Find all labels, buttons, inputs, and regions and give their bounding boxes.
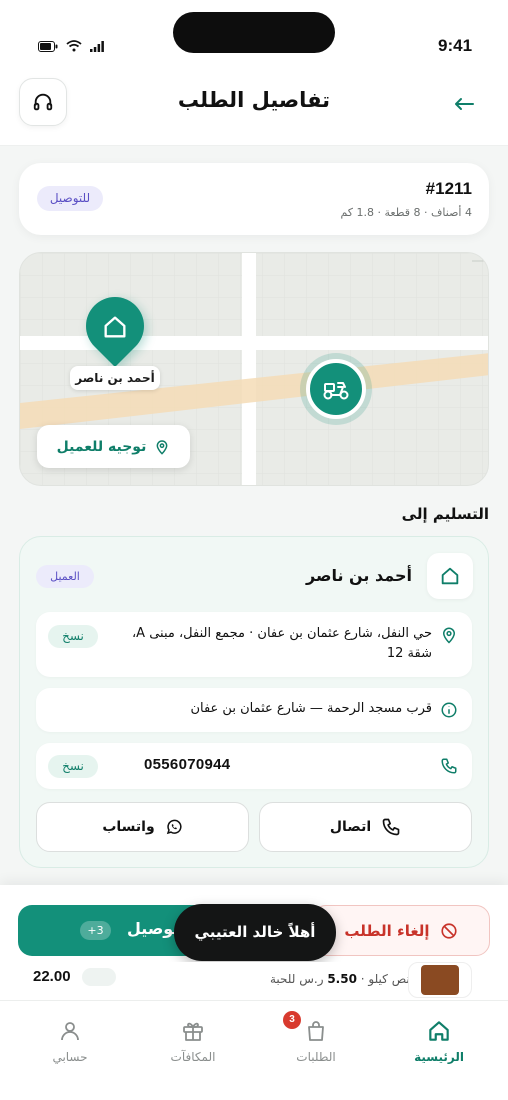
- order-number: #1211: [425, 179, 472, 198]
- landmark-text: قرب مسجد الرحمة — شارع عثمان بن عفان: [190, 701, 432, 716]
- deliver-count-badge: +3: [80, 921, 111, 940]
- call-label: اتصال: [329, 819, 372, 835]
- address-row: حي النفل، شارع عثمان بن عفان · مجمع النف…: [36, 612, 472, 677]
- pin-customer-label: أحمد بن ناصر: [70, 366, 160, 390]
- tab-home[interactable]: الرئيسية: [389, 1018, 489, 1064]
- customer-name: أحمد بن ناصر: [306, 566, 412, 585]
- tab-orders[interactable]: الطلبات: [266, 1018, 366, 1064]
- tab-home-label: الرئيسية: [414, 1050, 464, 1064]
- tab-orders-label: الطلبات: [296, 1050, 336, 1064]
- customer-avatar: [427, 553, 473, 599]
- whatsapp-label: واتساب: [102, 819, 155, 835]
- item-price: 22.00: [33, 968, 71, 985]
- cancel-order-button[interactable]: إلغاء الطلب: [312, 905, 490, 956]
- tab-rewards-label: المكافآت: [170, 1050, 216, 1064]
- app-screen: 9:41 تفاصيل الطلب #1211 4 أصناف · 8 قطعة…: [0, 0, 508, 1100]
- list-item: 22.00 نص كيلو · 5.50 ر.س للحبة: [0, 962, 508, 1002]
- delivery-type-badge: للتوصيل: [37, 186, 103, 211]
- scooter-icon: [323, 382, 349, 400]
- item-desc: نص كيلو · 5.50 ر.س للحبة: [270, 972, 410, 986]
- phone-icon: [441, 758, 457, 774]
- user-icon: [61, 1022, 79, 1041]
- section-title: التسليم إلى: [401, 505, 489, 523]
- wifi-icon: [66, 40, 82, 52]
- status-icons: [38, 40, 104, 52]
- battery-icon: [38, 40, 58, 52]
- home-icon: [429, 1021, 449, 1041]
- ban-icon: [441, 922, 457, 939]
- phone-icon: [382, 818, 400, 836]
- page-title: تفاصيل الطلب: [177, 88, 331, 112]
- phone-row: 0556070944 نسخ: [36, 743, 472, 789]
- arrow-left-icon: [455, 98, 474, 110]
- tab-account[interactable]: حسابي: [20, 1018, 120, 1064]
- directions-label: توجيه للعميل: [56, 438, 147, 455]
- tab-rewards[interactable]: المكافآت: [143, 1018, 243, 1064]
- whatsapp-button[interactable]: واتساب: [36, 802, 249, 852]
- status-time: 9:41: [438, 36, 473, 55]
- welcome-toast: أهلاً خالد العتيبي: [174, 904, 336, 961]
- item-quantity-chip: [82, 968, 116, 986]
- location-pin-icon: [442, 627, 456, 644]
- landmark-row: قرب مسجد الرحمة — شارع عثمان بن عفان: [36, 688, 472, 732]
- phone-number: 0556070944: [144, 756, 231, 773]
- driver-location-marker[interactable]: [306, 359, 366, 419]
- whatsapp-icon: [166, 819, 182, 835]
- customer-badge: العميل: [36, 565, 94, 588]
- cancel-label: إلغاء الطلب: [344, 921, 430, 940]
- orders-count-badge: 3: [283, 1011, 301, 1029]
- directions-button[interactable]: توجيه للعميل: [37, 425, 190, 468]
- signal-icon: [90, 40, 104, 52]
- copy-address-button[interactable]: نسخ: [48, 625, 98, 648]
- item-thumbnail: [408, 962, 472, 998]
- home-icon: [104, 316, 126, 338]
- info-icon: [441, 702, 457, 718]
- gift-icon: [183, 1022, 203, 1041]
- dynamic-island: [173, 12, 335, 53]
- address-text: حي النفل، شارع عثمان بن عفان · مجمع النف…: [131, 626, 432, 661]
- top-app-bar: تفاصيل الطلب: [0, 76, 508, 146]
- location-pin-icon: [156, 439, 168, 455]
- back-button[interactable]: [448, 88, 480, 120]
- order-meta: 4 أصناف · 8 قطعة · 1.8 كم: [340, 206, 472, 219]
- deliver-label: توصيل: [127, 919, 180, 938]
- call-button[interactable]: اتصال: [259, 802, 472, 852]
- home-icon: [441, 567, 459, 585]
- bag-icon: [308, 1021, 324, 1041]
- map-road: [242, 253, 256, 485]
- tab-account-label: حسابي: [52, 1050, 88, 1064]
- copy-phone-button[interactable]: نسخ: [48, 755, 98, 778]
- status-bar: 9:41: [0, 0, 508, 80]
